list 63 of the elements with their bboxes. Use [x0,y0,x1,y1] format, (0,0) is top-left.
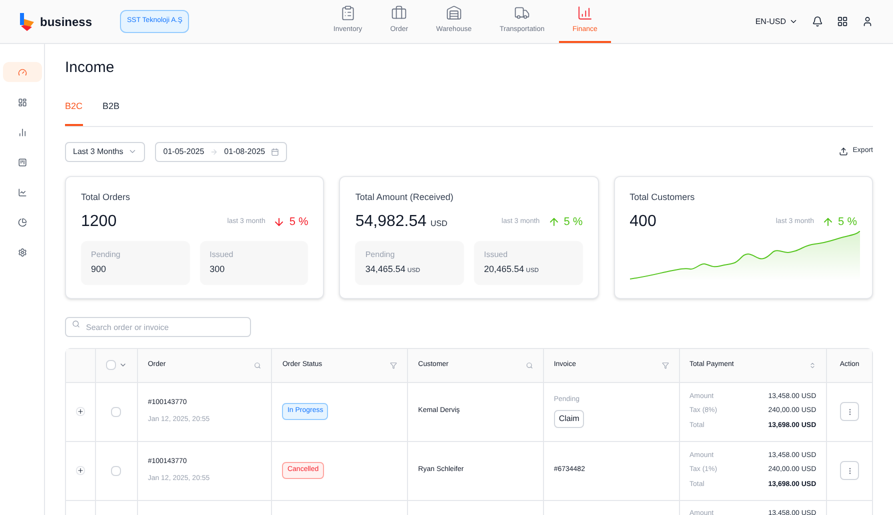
truck-icon [514,5,530,22]
chevron-down-icon [789,17,798,26]
more-button[interactable] [840,402,860,421]
stat-value: 34,465.54 [365,263,406,276]
brand-name: business [40,14,92,30]
stat-value: 20,465.54 [484,263,524,276]
search-field[interactable]: Search order or invoice [65,317,251,337]
filter-icon[interactable] [390,362,398,368]
warehouse-icon [446,5,462,22]
pie-chart-icon [18,218,26,226]
search-icon [72,320,80,328]
date-range-field[interactable]: 01-05-2025 01-08-2025 [155,142,288,162]
dashboard-icon [18,98,26,106]
card-value: 54,982.54 [355,214,427,230]
card-title: Total Customers [630,192,696,202]
apps-icon[interactable] [837,16,848,27]
logo-icon [20,12,34,30]
expand-button[interactable] [76,466,85,475]
locale-selector[interactable]: EN-USD [755,16,798,28]
unit-label: USD [430,218,448,230]
card-value: 1200 [81,214,117,230]
notification-icon[interactable] [812,16,823,27]
line-chart-icon [18,188,26,196]
period-dropdown[interactable]: Last 3 Months [65,142,146,162]
card-title: Total Orders [81,192,132,202]
calendar-icon [271,148,280,156]
stat-label: Pending [365,249,396,261]
chevron-down-icon[interactable] [118,361,127,369]
card-value: 400 [630,214,656,230]
stat-label: Issued [210,249,234,261]
page-title: Income [65,60,116,75]
settings-icon [18,248,26,256]
change-value: 5 % [838,214,857,230]
gauge-icon [18,68,26,76]
stat-label: Pending [91,249,122,261]
change-value: 5 % [289,214,308,230]
chevron-down-icon [128,147,138,156]
card-title: Total Amount (Received) [355,192,454,202]
search-icon[interactable] [526,362,533,368]
clipboard-icon [340,5,356,22]
bar-chart-icon [576,5,593,22]
checkbox[interactable] [111,406,122,416]
sort-icon[interactable] [809,362,816,368]
claim-button[interactable]: Claim [554,410,584,428]
date-to: 01-08-2025 [224,146,266,158]
stat-value: 300 [210,263,225,276]
briefcase-icon [391,5,408,22]
arrow-right-icon [210,148,218,156]
stat-label: Issued [484,249,509,261]
expand-button[interactable] [76,407,85,416]
board-icon [18,158,26,166]
stat-value: 900 [91,263,106,276]
filter-icon[interactable] [662,362,668,368]
date-from: 01-05-2025 [163,146,204,158]
checkbox[interactable] [106,360,116,370]
more-button[interactable] [840,461,860,480]
export-icon [838,147,848,156]
change-value: 5 % [564,214,583,230]
checkbox[interactable] [111,466,122,476]
tab[interactable]: B2B [102,100,120,126]
bar-chart-icon [18,128,26,136]
user-icon[interactable] [862,16,873,27]
search-icon[interactable] [254,362,262,368]
